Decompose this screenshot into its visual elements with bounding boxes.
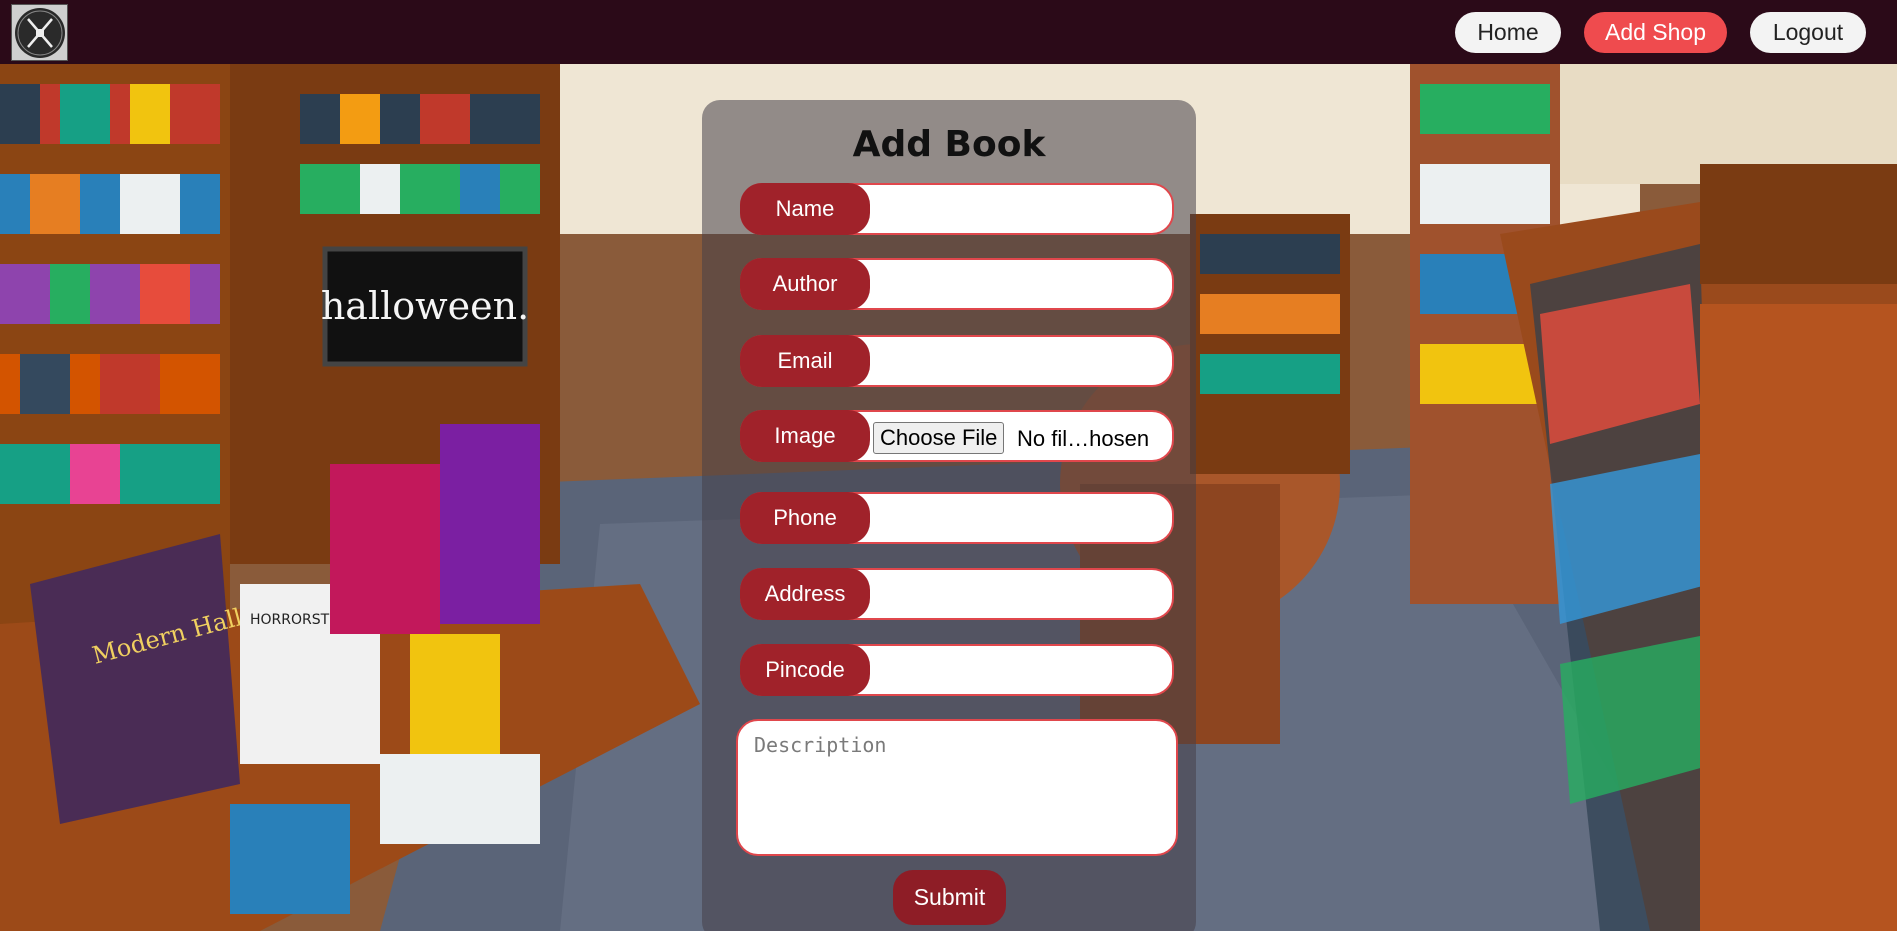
- address-label: Address: [740, 568, 870, 620]
- author-input[interactable]: [876, 264, 1166, 304]
- phone-label: Phone: [740, 492, 870, 544]
- image-label: Image: [740, 410, 870, 462]
- form-title: Add Book: [852, 124, 1046, 165]
- pincode-label: Pincode: [740, 644, 870, 696]
- phone-input[interactable]: [876, 498, 1166, 538]
- author-field: Author: [740, 258, 1174, 310]
- nav-add-shop-button[interactable]: Add Shop: [1584, 12, 1727, 53]
- site-logo[interactable]: [11, 4, 68, 61]
- author-label: Author: [740, 258, 870, 310]
- phone-field: Phone: [740, 492, 1174, 544]
- pincode-field: Pincode: [740, 644, 1174, 696]
- nav-logout-button[interactable]: Logout: [1750, 12, 1866, 53]
- address-input[interactable]: [876, 574, 1166, 614]
- name-field: Name: [740, 183, 1174, 235]
- crossed-utensils-logo-icon: [14, 7, 65, 58]
- email-input[interactable]: [876, 341, 1166, 381]
- address-field: Address: [740, 568, 1174, 620]
- top-navbar: Home Add Shop Logout: [0, 0, 1897, 64]
- description-textarea[interactable]: [736, 719, 1178, 856]
- email-label: Email: [740, 335, 870, 387]
- file-status-text: No fil…hosen: [1017, 426, 1150, 451]
- choose-file-button[interactable]: Choose File: [873, 422, 1005, 454]
- submit-button[interactable]: Submit: [893, 870, 1006, 925]
- halloween-sign-text: halloween.: [321, 284, 529, 328]
- email-field: Email: [740, 335, 1174, 387]
- nav-home-button[interactable]: Home: [1455, 12, 1561, 53]
- pincode-input[interactable]: [876, 650, 1166, 690]
- name-label: Name: [740, 183, 870, 235]
- image-field: Image Choose File No fil…hosen: [740, 410, 1174, 462]
- name-input[interactable]: [876, 189, 1166, 229]
